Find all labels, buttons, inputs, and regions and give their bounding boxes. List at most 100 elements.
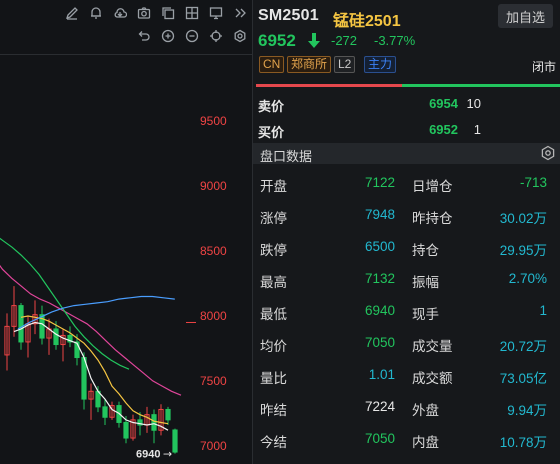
chevrons-right-icon[interactable] (232, 5, 248, 21)
grid-icon[interactable] (184, 5, 200, 21)
stat-value: 6500 (364, 239, 395, 254)
symbol-code: SM2501 (258, 7, 319, 24)
stat-label: 量比 (260, 371, 287, 386)
y-tick-label: 8000 (200, 309, 227, 323)
ask-price: 6954 (429, 96, 458, 111)
stat-label: 今结 (260, 435, 287, 450)
bid-row[interactable]: 买价 6952 1 (253, 119, 560, 141)
y-tick-label: 7500 (200, 374, 227, 388)
add-to-watchlist-button[interactable]: 加自选 (498, 4, 553, 28)
ask-volume: 10 (466, 96, 481, 111)
stat-row: 最高 7132 振幅 2.70% (253, 263, 560, 295)
camera-icon[interactable] (136, 5, 152, 21)
price-change: -272 (331, 33, 358, 48)
candle-body (123, 421, 129, 439)
market-status: 闭市 (531, 60, 556, 74)
stat-label: 涨停 (260, 211, 287, 226)
stat-value: 7122 (364, 175, 395, 190)
stat-label: 昨持仓 (412, 211, 453, 226)
monitor-icon[interactable] (208, 5, 224, 21)
chart-panel: 9500 9000 8500 8000 7500 7000 6940 → (0, 0, 252, 464)
candle-body (81, 357, 87, 400)
candle-body (172, 429, 178, 453)
stat-value: 7224 (364, 399, 395, 414)
candle-body (165, 408, 171, 421)
stat-row: 跌停 6500 持仓 29.95万 (253, 231, 560, 263)
bid-label: 买价 (258, 125, 285, 140)
candlestick-chart[interactable]: 9500 9000 8500 8000 7500 7000 6940 → (0, 55, 252, 464)
quote-panel: SM2501 锰硅2501 加自选 6952 -272 -3.77% CN 郑商… (253, 0, 560, 464)
stat-label: 成交量 (412, 339, 453, 354)
stat-value: -713 (519, 175, 547, 190)
bell-icon[interactable] (88, 5, 104, 21)
ratio-bar-green (401, 84, 560, 87)
chart-toolbar-top (64, 5, 248, 21)
zoom-out-icon[interactable] (184, 28, 200, 44)
stat-value: 7050 (364, 335, 395, 350)
stat-label: 持仓 (412, 243, 439, 258)
stat-label: 昨结 (260, 403, 287, 418)
chart-toolbar-bottom (136, 28, 248, 44)
y-tick-label: 8500 (200, 244, 227, 258)
stat-value: 7948 (364, 207, 395, 222)
ma-line-ma40 (0, 237, 130, 370)
bid-volume: 1 (473, 122, 481, 137)
stat-value: 1.01 (368, 367, 395, 382)
cloud-icon[interactable] (112, 5, 128, 21)
section-title: 盘口数据 (260, 149, 313, 164)
ask-label: 卖价 (258, 99, 285, 114)
symbol-name: 锰硅2501 (333, 13, 401, 30)
stat-label: 跌停 (260, 243, 287, 258)
y-tick-label: 9000 (200, 179, 227, 193)
main-contract-tag: 主力 (364, 56, 397, 73)
ratio-bar-red (256, 84, 402, 87)
candle-body (151, 414, 157, 431)
stat-row: 今结 7050 内盘 10.78万 (253, 423, 560, 455)
exchange-tag: 郑商所 (287, 56, 332, 73)
y-tick-label: 9500 (200, 114, 227, 128)
stat-label: 振幅 (412, 275, 439, 290)
stat-label: 开盘 (260, 179, 287, 194)
zoom-in-icon[interactable] (160, 28, 176, 44)
stat-row: 昨结 7224 外盘 9.94万 (253, 391, 560, 423)
candle-body (18, 305, 24, 343)
last-price: 6952 (258, 31, 296, 50)
gear-icon[interactable] (232, 28, 248, 44)
arrow-right-icon: → (163, 448, 172, 461)
stat-label: 成交额 (412, 371, 453, 386)
stat-value: 73.05亿 (499, 371, 547, 386)
stat-value: 30.02万 (499, 211, 547, 226)
stat-value: 7132 (364, 271, 395, 286)
arrow-down-icon (308, 33, 320, 48)
y-tick-label: 7000 (200, 439, 227, 453)
stat-row: 量比 1.01 成交额 73.05亿 (253, 359, 560, 391)
stat-label: 最低 (260, 307, 287, 322)
stat-value: 20.72万 (499, 339, 547, 354)
stat-label: 日增仓 (412, 179, 453, 194)
settings-icon[interactable] (540, 145, 556, 161)
stat-label: 现手 (412, 307, 439, 322)
stat-label: 外盘 (412, 403, 439, 418)
price-change-percent: -3.77% (374, 33, 416, 48)
stat-value: 29.95万 (499, 243, 547, 258)
copy-icon[interactable] (160, 5, 176, 21)
stat-value: 6940 (364, 303, 395, 318)
crosshair-icon[interactable] (208, 28, 224, 44)
candle-body (53, 328, 59, 346)
ask-row[interactable]: 卖价 6954 10 (253, 93, 560, 115)
stat-label: 最高 (260, 275, 287, 290)
undo-icon[interactable] (136, 28, 152, 44)
stat-row: 最低 6940 现手 1 (253, 295, 560, 327)
pencil-icon[interactable] (64, 5, 80, 21)
level2-tag: L2 (334, 56, 356, 73)
last-price-label: 6940 (136, 449, 160, 461)
stat-row: 涨停 7948 昨持仓 30.02万 (253, 199, 560, 231)
stat-value: 2.70% (508, 271, 547, 286)
stat-row: 均价 7050 成交量 20.72万 (253, 327, 560, 359)
stat-value: 10.78万 (499, 435, 547, 450)
stat-label: 内盘 (412, 435, 439, 450)
market-tag: CN (259, 56, 285, 73)
stat-value: 7050 (364, 431, 395, 446)
stat-value: 1 (539, 303, 547, 318)
stat-row: 开盘 7122 日增仓 -713 (253, 167, 560, 199)
